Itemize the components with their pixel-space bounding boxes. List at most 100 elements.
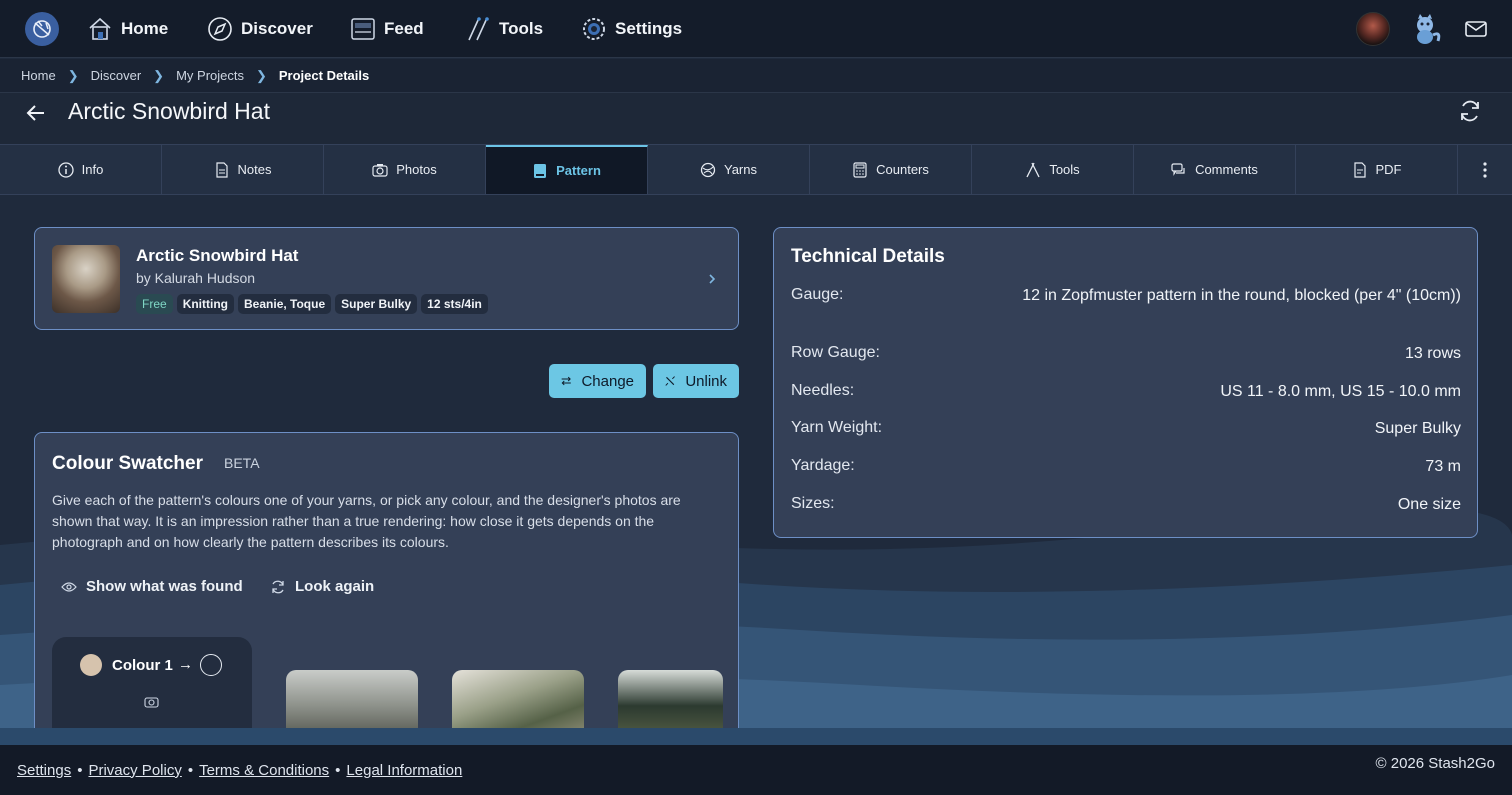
swatcher-title: Colour Swatcher [52,453,203,474]
footer-link-terms[interactable]: Terms & Conditions [199,762,329,779]
footer-separator: • [77,761,83,779]
tab-photos-label: Photos [396,162,437,177]
decorative-strip [0,728,1512,745]
tab-info[interactable]: Info [0,145,162,194]
tab-pattern-label: Pattern [556,163,601,178]
nav-settings[interactable]: Settings [581,14,682,44]
tab-yarns-label: Yarns [724,162,757,177]
unlink-pattern-button[interactable]: Unlink [653,364,739,398]
nav-home[interactable]: Home [87,14,168,44]
footer: Settings • Privacy Policy • Terms & Cond… [0,745,1512,795]
tech-label: Yardage: [791,457,855,474]
tab-info-label: Info [81,162,104,177]
change-button-label: Change [581,372,634,390]
tab-more-button[interactable] [1458,145,1512,194]
tab-tools-label: Tools [1049,162,1080,177]
pattern-thumbnail [52,245,120,313]
tech-label: Row Gauge: [791,344,880,361]
tech-value: 12 in Zopfmuster pattern in the round, b… [1022,287,1461,304]
tech-label: Yarn Weight: [791,419,883,436]
camera-icon[interactable] [144,695,159,709]
header-actions [1356,12,1488,46]
pattern-name: Arctic Snowbird Hat [136,246,299,265]
tab-counters[interactable]: Counters [810,145,972,194]
tag-gauge: 12 sts/4in [421,294,488,314]
target-colour-picker[interactable] [200,654,222,676]
breadcrumb: Home ❯ Discover ❯ My Projects ❯ Project … [0,59,1512,93]
tab-counters-label: Counters [876,162,929,177]
top-navigation: Home Discover Feed Tools Settings [0,0,1512,58]
tab-comments-label: Comments [1195,162,1258,177]
swatcher-description: Give each of the pattern's colours one o… [52,492,681,550]
refresh-icon[interactable] [1458,99,1482,123]
breadcrumb-chevron-icon: ❯ [255,67,267,83]
tech-value: Super Bulky [1374,420,1461,437]
copyright: © 2026 Stash2Go [1375,755,1495,772]
designer-photo[interactable] [618,670,723,728]
notes-icon [215,161,228,178]
gear-icon [583,18,605,40]
nav-tools-label: Tools [499,19,544,38]
pattern-card[interactable]: Arctic Snowbird Hat by Kalurah Hudson Fr… [34,227,739,330]
mascot-icon[interactable] [1412,13,1442,45]
tab-comments[interactable]: Comments [1134,145,1296,194]
show-found-label: Show what was found [86,578,243,595]
camera-icon [372,163,388,177]
nav-feed[interactable]: Feed [350,14,424,44]
mail-icon[interactable] [1464,19,1488,39]
tech-label: Needles: [791,382,855,399]
tech-value: 13 rows [1404,345,1461,362]
nav-discover[interactable]: Discover [207,14,313,44]
breadcrumb-my-projects[interactable]: My Projects [176,68,244,83]
main-content: Arctic Snowbird Hat by Kalurah Hudson Fr… [0,195,1512,728]
book-icon [534,163,547,178]
info-icon [58,161,74,178]
tab-pattern[interactable]: Pattern [486,145,648,194]
footer-separator: • [187,761,194,779]
tech-value: 73 m [1425,458,1461,475]
page-title: Arctic Snowbird Hat [68,98,270,124]
app-logo-icon[interactable] [25,12,59,46]
yarn-icon [700,162,716,177]
footer-link-legal[interactable]: Legal Information [346,762,462,779]
tech-value: One size [1397,496,1461,513]
designer-photo[interactable] [286,670,418,728]
tab-notes[interactable]: Notes [162,145,324,194]
show-found-button[interactable]: Show what was found [61,578,243,595]
tab-yarns[interactable]: Yarns [648,145,810,194]
source-colour-swatch [80,654,102,676]
change-pattern-button[interactable]: Change [549,364,646,398]
user-avatar[interactable] [1356,12,1390,46]
tab-pdf[interactable]: PDF [1296,145,1458,194]
technical-details-card: Technical Details Gauge: 12 in Zopfmuste… [773,227,1478,538]
look-again-label: Look again [295,578,375,595]
back-arrow-icon[interactable] [24,101,48,125]
breadcrumb-home[interactable]: Home [21,68,56,83]
tech-label: Gauge: [791,286,844,303]
unlink-icon [665,376,675,386]
colour-label: Colour 1 [112,657,173,674]
footer-separator: • [335,761,341,779]
tab-tools[interactable]: Tools [972,145,1134,194]
look-again-button[interactable]: Look again [270,578,374,595]
designer-photo[interactable] [452,670,584,728]
pattern-tags: Free Knitting Beanie, Toque Super Bulky … [136,294,488,314]
eye-icon [61,581,77,592]
footer-link-settings[interactable]: Settings [17,762,71,779]
needles-icon [468,17,489,41]
chevron-right-icon[interactable] [706,272,718,286]
feed-icon [351,18,375,40]
arrow-right-icon: → [178,656,193,673]
footer-link-privacy[interactable]: Privacy Policy [88,762,181,779]
tag-free: Free [136,294,173,314]
refresh-icon [272,580,284,593]
calculator-icon [853,161,867,178]
nav-discover-label: Discover [241,19,313,38]
comments-icon [1171,162,1185,176]
needles-icon [1026,162,1040,177]
nav-tools[interactable]: Tools [465,14,543,44]
breadcrumb-discover[interactable]: Discover [91,68,142,83]
tab-photos[interactable]: Photos [324,145,486,194]
breadcrumb-project-details: Project Details [278,68,370,83]
nav-settings-label: Settings [615,19,683,38]
